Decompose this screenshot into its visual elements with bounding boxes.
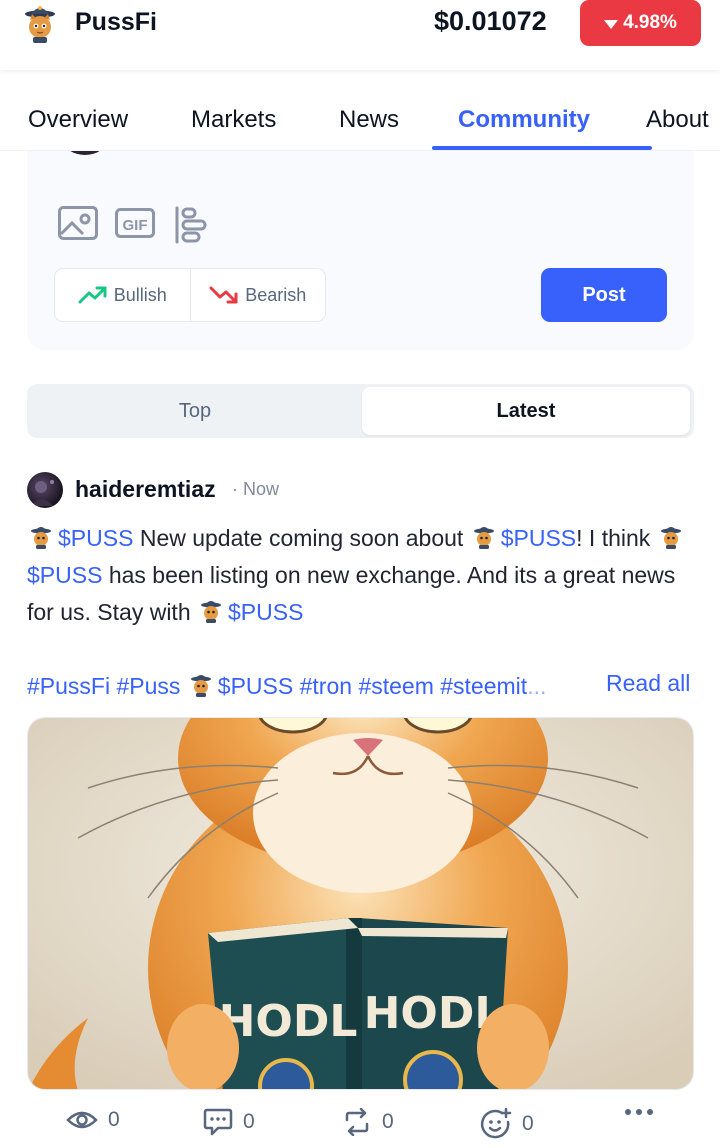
post-hashtags[interactable]: #PussFi #Puss $PUSS #tron #steem #steemi… <box>27 671 597 701</box>
tab-overview[interactable]: Overview <box>28 106 128 134</box>
repost-button[interactable]: 0 <box>342 1108 394 1136</box>
post-text-segment: ! I think <box>576 525 657 551</box>
cashtag-link[interactable]: $PUSS <box>58 525 133 551</box>
avatar[interactable] <box>27 472 63 508</box>
svg-text:GIF: GIF <box>123 217 148 234</box>
tab-about[interactable]: About <box>646 106 709 134</box>
post-composer: GIF Bullish Bearish Post <box>27 123 694 350</box>
hashtag-text[interactable]: #tron #steem #steemit <box>293 673 528 699</box>
top-header: PussFi $0.01072 4.98% <box>0 0 720 70</box>
section-tabs: Overview Markets News Community About <box>0 92 720 151</box>
image-icon[interactable] <box>58 206 98 240</box>
app-name: PussFi <box>75 8 157 36</box>
trend-down-icon <box>209 286 238 304</box>
cashtag-link[interactable]: $PUSS <box>501 525 576 551</box>
comment-button[interactable]: 0 <box>203 1108 255 1136</box>
poll-icon[interactable] <box>174 206 208 244</box>
user-photo-icon <box>31 480 54 506</box>
tab-news[interactable]: News <box>339 106 399 134</box>
repost-icon <box>345 1108 369 1136</box>
puss-token-icon <box>190 675 211 697</box>
views-count: 0 <box>108 1108 120 1131</box>
truncation-ellipsis: ... <box>527 673 547 699</box>
more-options-button[interactable] <box>624 1108 654 1116</box>
post-username[interactable]: haideremtiaz <box>75 476 216 503</box>
cashtag-link[interactable]: $PUSS <box>27 562 102 588</box>
bearish-button[interactable]: Bearish <box>189 269 326 321</box>
post-image[interactable]: HODL HODL <box>27 717 694 1090</box>
puss-token-icon <box>31 527 51 549</box>
price-change-badge: 4.98% <box>580 0 701 46</box>
more-dots-icon <box>625 1109 653 1115</box>
sort-latest-option[interactable]: Latest <box>362 387 690 435</box>
post-button[interactable]: Post <box>541 268 667 322</box>
comment-icon <box>203 1108 233 1136</box>
add-reaction-icon <box>480 1108 512 1139</box>
pussfi-logo-icon <box>25 6 55 43</box>
read-all-link[interactable]: Read all <box>606 670 690 697</box>
bearish-label: Bearish <box>245 284 307 305</box>
price-change-value: 4.98% <box>623 12 677 33</box>
post-text: $PUSS New update coming soon about $PUSS… <box>27 520 697 631</box>
views-stat: 0 <box>66 1108 120 1132</box>
gif-icon[interactable]: GIF <box>115 206 155 240</box>
post-text-segment: New update coming soon about <box>133 525 470 551</box>
comments-count: 0 <box>243 1110 255 1133</box>
bullish-button[interactable]: Bullish <box>55 269 190 321</box>
bullish-label: Bullish <box>113 284 167 305</box>
sort-top-option[interactable]: Top <box>30 387 360 435</box>
caret-down-icon <box>604 19 619 29</box>
post-text-segment: has been listing on new exchange. And it… <box>27 562 676 625</box>
book-title-left: HODL <box>219 996 358 1047</box>
puss-token-icon <box>201 601 222 623</box>
token-price: $0.01072 <box>434 6 547 36</box>
active-tab-indicator <box>432 146 652 150</box>
cashtag-link[interactable]: $PUSS <box>218 673 293 699</box>
reactions-count: 0 <box>522 1112 534 1135</box>
tab-community[interactable]: Community <box>458 106 590 134</box>
puss-token-icon <box>473 527 494 549</box>
cashtag-link[interactable]: $PUSS <box>228 599 303 625</box>
reposts-count: 0 <box>382 1110 394 1133</box>
feed-sort-toggle: Top Latest <box>27 384 694 438</box>
post-timestamp: · Now <box>232 479 280 499</box>
puss-token-icon <box>660 527 681 549</box>
eye-icon <box>66 1111 98 1129</box>
reaction-button[interactable]: 0 <box>480 1108 534 1140</box>
trend-up-icon <box>78 286 107 304</box>
cat-reading-book-image: HODL HODL <box>28 718 693 1089</box>
hashtag-text[interactable]: #PussFi #Puss <box>27 673 187 699</box>
post-action-bar: 0 0 0 0 <box>0 1102 720 1146</box>
sentiment-selector: Bullish Bearish <box>54 268 326 322</box>
tab-markets[interactable]: Markets <box>191 106 276 134</box>
